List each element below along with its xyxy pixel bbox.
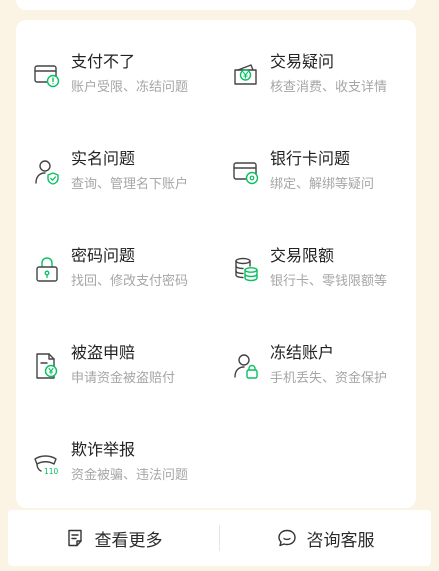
category-transaction-query[interactable]: 交易疑问 核查消费、收支详情 bbox=[216, 42, 416, 139]
contact-service-button[interactable]: 咨询客服 bbox=[220, 510, 431, 566]
category-payment-failed[interactable]: 支付不了 账户受限、冻结问题 bbox=[16, 42, 216, 139]
category-title: 银行卡问题 bbox=[270, 149, 351, 168]
category-subtitle: 手机丢失、资金保护 bbox=[270, 371, 388, 386]
category-title: 交易限额 bbox=[270, 246, 335, 265]
category-theft-claim[interactable]: 被盗申赔 申请资金被盗赔付 bbox=[16, 333, 216, 430]
document-yen-icon bbox=[36, 353, 58, 379]
user-shield-icon bbox=[35, 160, 59, 185]
category-title: 实名问题 bbox=[71, 149, 136, 168]
category-password[interactable]: 密码问题 找回、修改支付密码 bbox=[16, 236, 216, 333]
document-icon bbox=[67, 529, 82, 547]
category-title: 冻结账户 bbox=[270, 343, 335, 362]
category-title: 交易疑问 bbox=[270, 52, 335, 71]
coin-stack-icon bbox=[235, 257, 258, 282]
category-title: 被盗申赔 bbox=[71, 343, 136, 362]
category-title: 密码问题 bbox=[71, 246, 136, 265]
lock-icon bbox=[36, 257, 58, 282]
category-subtitle: 账户受限、冻结问题 bbox=[71, 80, 189, 95]
help-category-card: 支付不了 账户受限、冻结问题 交易疑问 核查消费、收支详情 实名问题 查询、管理… bbox=[16, 20, 416, 508]
help-category-grid: 支付不了 账户受限、冻结问题 交易疑问 核查消费、收支详情 实名问题 查询、管理… bbox=[16, 42, 416, 527]
category-title: 支付不了 bbox=[71, 52, 136, 71]
wallet-yen-icon bbox=[234, 64, 257, 85]
previous-card-edge bbox=[16, 0, 416, 10]
help-footer-bar: 查看更多 咨询客服 bbox=[8, 510, 431, 566]
category-subtitle: 找回、修改支付密码 bbox=[71, 274, 189, 289]
chat-bubble-icon bbox=[277, 529, 296, 547]
category-transaction-limit[interactable]: 交易限额 银行卡、零钱限额等 bbox=[216, 236, 416, 333]
view-more-label: 查看更多 bbox=[94, 530, 163, 551]
svg-text:110: 110 bbox=[44, 467, 59, 476]
card-blocked-icon bbox=[34, 65, 60, 88]
category-subtitle: 绑定、解绑等疑问 bbox=[270, 177, 375, 192]
category-title: 欺诈举报 bbox=[71, 440, 136, 459]
category-bank-card[interactable]: 银行卡问题 绑定、解绑等疑问 bbox=[216, 139, 416, 236]
category-subtitle: 资金被骗、违法问题 bbox=[71, 468, 189, 483]
category-real-name[interactable]: 实名问题 查询、管理名下账户 bbox=[16, 139, 216, 236]
view-more-button[interactable]: 查看更多 bbox=[8, 510, 219, 566]
category-subtitle: 申请资金被盗赔付 bbox=[71, 371, 176, 386]
category-freeze-account[interactable]: 冻结账户 手机丢失、资金保护 bbox=[216, 333, 416, 430]
user-lock-icon bbox=[234, 354, 258, 379]
category-subtitle: 核查消费、收支详情 bbox=[270, 80, 388, 95]
category-subtitle: 查询、管理名下账户 bbox=[71, 177, 189, 192]
bank-card-gear-icon bbox=[233, 162, 259, 185]
megaphone-110-icon: 110 bbox=[34, 455, 59, 476]
category-subtitle: 银行卡、零钱限额等 bbox=[270, 274, 388, 289]
contact-service-label: 咨询客服 bbox=[306, 530, 375, 551]
